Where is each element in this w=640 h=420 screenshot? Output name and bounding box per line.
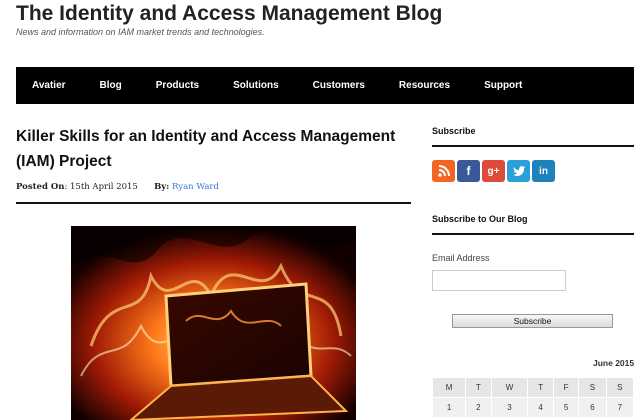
calendar-weekday: W (490, 377, 529, 398)
nav-item-blog[interactable]: Blog (84, 80, 122, 91)
by-label: By: (154, 182, 170, 192)
calendar-day: 7 (605, 397, 635, 418)
nav-item-solutions[interactable]: Solutions (217, 80, 279, 91)
nav-item-support[interactable]: Support (468, 80, 522, 91)
posted-on-date: : 15th April 2015 (64, 182, 138, 192)
calendar-weekday: S (578, 377, 607, 398)
facebook-icon[interactable]: f (457, 160, 480, 182)
calendar-weekday: S (605, 377, 635, 398)
google-plus-icon[interactable]: g+ (482, 160, 505, 182)
sidebar-divider (432, 145, 634, 147)
calendar-day[interactable]: 4 (527, 397, 554, 418)
main-nav: Avatier Blog Products Solutions Customer… (16, 67, 634, 104)
rss-icon[interactable] (432, 160, 455, 182)
email-label: Email Address (432, 253, 490, 263)
hero-image-laptop-on-fire (71, 226, 356, 420)
site-title[interactable]: The Identity and Access Management Blog (16, 2, 442, 26)
calendar-day: 6 (578, 397, 607, 418)
subscribe-blog-heading: Subscribe to Our Blog (432, 214, 528, 224)
calendar-day: 2 (465, 397, 492, 418)
site-tagline: News and information on IAM market trend… (16, 27, 265, 37)
social-icons: f g+ in (432, 160, 555, 182)
calendar-day: 1 (431, 397, 467, 418)
linkedin-icon[interactable]: in (532, 160, 555, 182)
calendar-weekday: M (431, 377, 467, 398)
post-divider (16, 202, 411, 204)
email-field[interactable] (432, 270, 566, 291)
calendar-caption: June 2015 (593, 358, 635, 368)
sidebar-divider (432, 233, 634, 235)
post-meta: Posted On: 15th April 2015 By: Ryan Ward (16, 182, 219, 192)
nav-item-avatier[interactable]: Avatier (16, 80, 66, 91)
calendar-weekday: T (465, 377, 492, 398)
subscribe-button[interactable]: Subscribe (452, 314, 613, 328)
twitter-icon[interactable] (507, 160, 530, 182)
nav-item-customers[interactable]: Customers (297, 80, 365, 91)
author-link[interactable]: Ryan Ward (172, 182, 219, 192)
calendar-day: 5 (552, 397, 580, 418)
subscribe-heading: Subscribe (432, 126, 476, 136)
nav-item-resources[interactable]: Resources (383, 80, 450, 91)
post-title[interactable]: Killer Skills for an Identity and Access… (16, 124, 416, 174)
calendar: M T W T F S S 1 2 3 4 5 6 7 (431, 377, 635, 418)
nav-item-products[interactable]: Products (140, 80, 199, 91)
calendar-weekday: F (552, 377, 580, 398)
calendar-weekday: T (527, 377, 554, 398)
posted-on-label: Posted On (16, 182, 65, 192)
calendar-day: 3 (490, 397, 529, 418)
